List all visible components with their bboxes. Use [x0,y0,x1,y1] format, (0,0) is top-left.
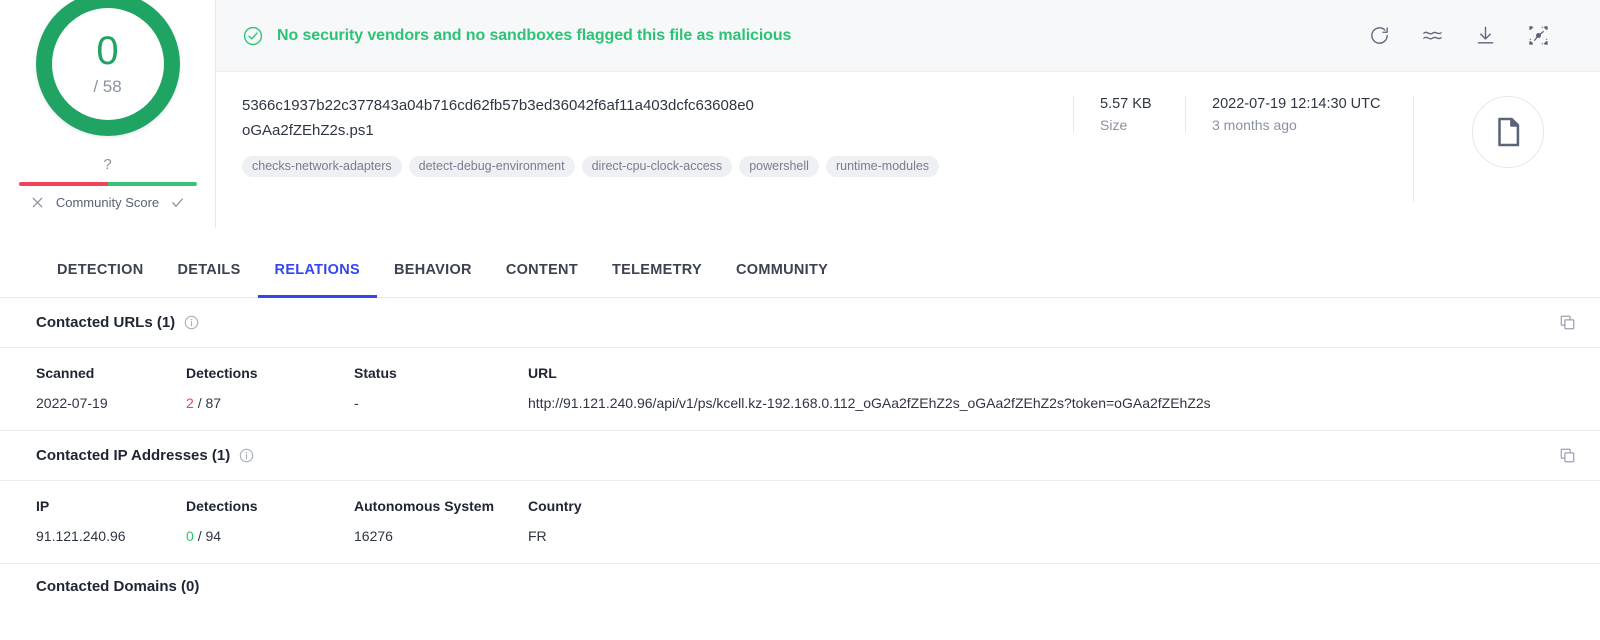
file-hash: 5366c1937b22c377843a04b716cd62fb57b3ed36… [242,97,754,114]
contacted-ips-table: IP Detections Autonomous System Country … [0,481,1600,563]
file-date-cell: 2022-07-19 12:14:30 UTC 3 months ago [1185,96,1413,133]
file-summary-region: 0 / 58 ? Community Score No security ven… [0,0,1600,228]
contacted-urls-table: Scanned Detections Status URL 2022-07-19… [0,348,1600,430]
ip-country: FR [528,528,547,544]
community-score-label: Community Score [55,195,160,210]
copy-icon[interactable] [1559,447,1576,464]
community-score-positive [107,182,197,186]
banner-actions [1368,24,1574,47]
detection-score: 0 [96,29,119,73]
col-url: URL [528,365,557,381]
community-score-bar [18,182,197,186]
url-detections-hits: 2 [186,395,194,411]
info-icon[interactable] [184,315,199,330]
url-scanned: 2022-07-19 [36,395,108,411]
file-tag[interactable]: runtime-modules [825,155,940,177]
file-date-value: 2022-07-19 12:14:30 UTC [1212,96,1381,112]
ip-detections-total: / 94 [197,528,222,544]
next-section-title: Contacted Domains (0) [36,578,200,595]
tab-behavior[interactable]: BEHAVIOR [377,262,489,298]
col-detections: Detections [186,365,258,381]
col-ip: IP [36,498,50,514]
table-header-row: IP Detections Autonomous System Country [0,481,1600,525]
verdict-banner: No security vendors and no sandboxes fla… [216,0,1600,72]
vt-graph-icon[interactable] [1527,24,1550,47]
file-info-body: 5366c1937b22c377843a04b716cd62fb57b3ed36… [216,72,1600,228]
file-size-label: Size [1100,117,1128,133]
community-score-row: Community Score [30,195,185,210]
table-header-row: Scanned Detections Status URL [0,348,1600,392]
contacted-ips-section: Contacted IP Addresses (1) IP Detections… [0,430,1600,563]
contacted-urls-section: Contacted URLs (1) Scanned Detections St… [0,298,1600,430]
col-detections: Detections [186,498,258,514]
detection-total: / 58 [93,77,122,96]
contacted-ips-title: Contacted IP Addresses (1) [36,447,231,464]
file-tag[interactable]: direct-cpu-clock-access [581,155,733,177]
file-size-value: 5.57 KB [1100,96,1152,112]
contacted-urls-title: Contacted URLs (1) [36,314,176,331]
verdict-text: No security vendors and no sandboxes fla… [277,26,792,44]
file-tags: checks-network-adapters detect-debug-env… [242,155,1073,177]
col-country: Country [528,498,582,514]
contacted-urls-header: Contacted URLs (1) [0,298,1600,348]
col-status: Status [354,365,397,381]
tab-relations[interactable]: RELATIONS [257,262,377,298]
file-size-cell: 5.57 KB Size [1073,96,1185,133]
community-score-help[interactable]: ? [103,156,111,173]
document-icon [1498,117,1520,147]
url-status: - [354,395,359,411]
similar-icon[interactable] [1421,24,1444,47]
detection-gauge: 0 / 58 [35,0,180,136]
download-icon[interactable] [1474,24,1497,47]
tab-bar: DETECTION DETAILS RELATIONS BEHAVIOR CON… [0,228,1600,298]
table-row: 91.121.240.96 0 / 94 16276 FR [0,525,1600,563]
file-tag[interactable]: powershell [739,155,819,177]
url-detections: 2 / 87 [186,392,354,430]
copy-icon[interactable] [1559,314,1576,331]
community-score-negative [18,182,108,186]
file-tag[interactable]: checks-network-adapters [242,155,402,177]
col-autonomous-system: Autonomous System [354,498,495,514]
next-section-clipped: Contacted Domains (0) [0,563,1600,597]
check-circle-icon [243,26,263,45]
file-identity: 5366c1937b22c377843a04b716cd62fb57b3ed36… [242,94,1073,228]
detection-gauge-panel: 0 / 58 ? Community Score [0,0,216,228]
ip-autonomous-system: 16276 [354,528,393,544]
ip-detections: 0 / 94 [186,525,354,563]
url-detections-total: / 87 [197,395,222,411]
col-scanned: Scanned [36,365,95,381]
tab-details[interactable]: DETAILS [160,262,257,298]
tab-community[interactable]: COMMUNITY [719,262,845,298]
file-meta: 5.57 KB Size 2022-07-19 12:14:30 UTC 3 m… [1073,94,1574,228]
ip-value[interactable]: 91.121.240.96 [0,525,186,563]
tab-content[interactable]: CONTENT [489,262,595,298]
upvote-check-icon[interactable] [170,195,185,210]
reload-icon[interactable] [1368,24,1391,47]
ip-detections-hits: 0 [186,528,194,544]
url-value[interactable]: http://91.121.240.96/api/v1/ps/kcell.kz-… [528,392,1600,430]
downvote-x-icon[interactable] [30,195,45,210]
file-tag[interactable]: detect-debug-environment [408,155,575,177]
file-detail-card: No security vendors and no sandboxes fla… [216,0,1600,228]
info-icon[interactable] [239,448,254,463]
contacted-ips-header: Contacted IP Addresses (1) [0,431,1600,481]
tab-telemetry[interactable]: TELEMETRY [595,262,719,298]
tab-detection[interactable]: DETECTION [40,262,160,298]
file-type-cell [1413,96,1574,202]
file-date-relative: 3 months ago [1212,117,1297,133]
file-name: oGAa2fZEhZ2s.ps1 [242,122,374,140]
table-row: 2022-07-19 2 / 87 - http://91.121.240.96… [0,392,1600,430]
